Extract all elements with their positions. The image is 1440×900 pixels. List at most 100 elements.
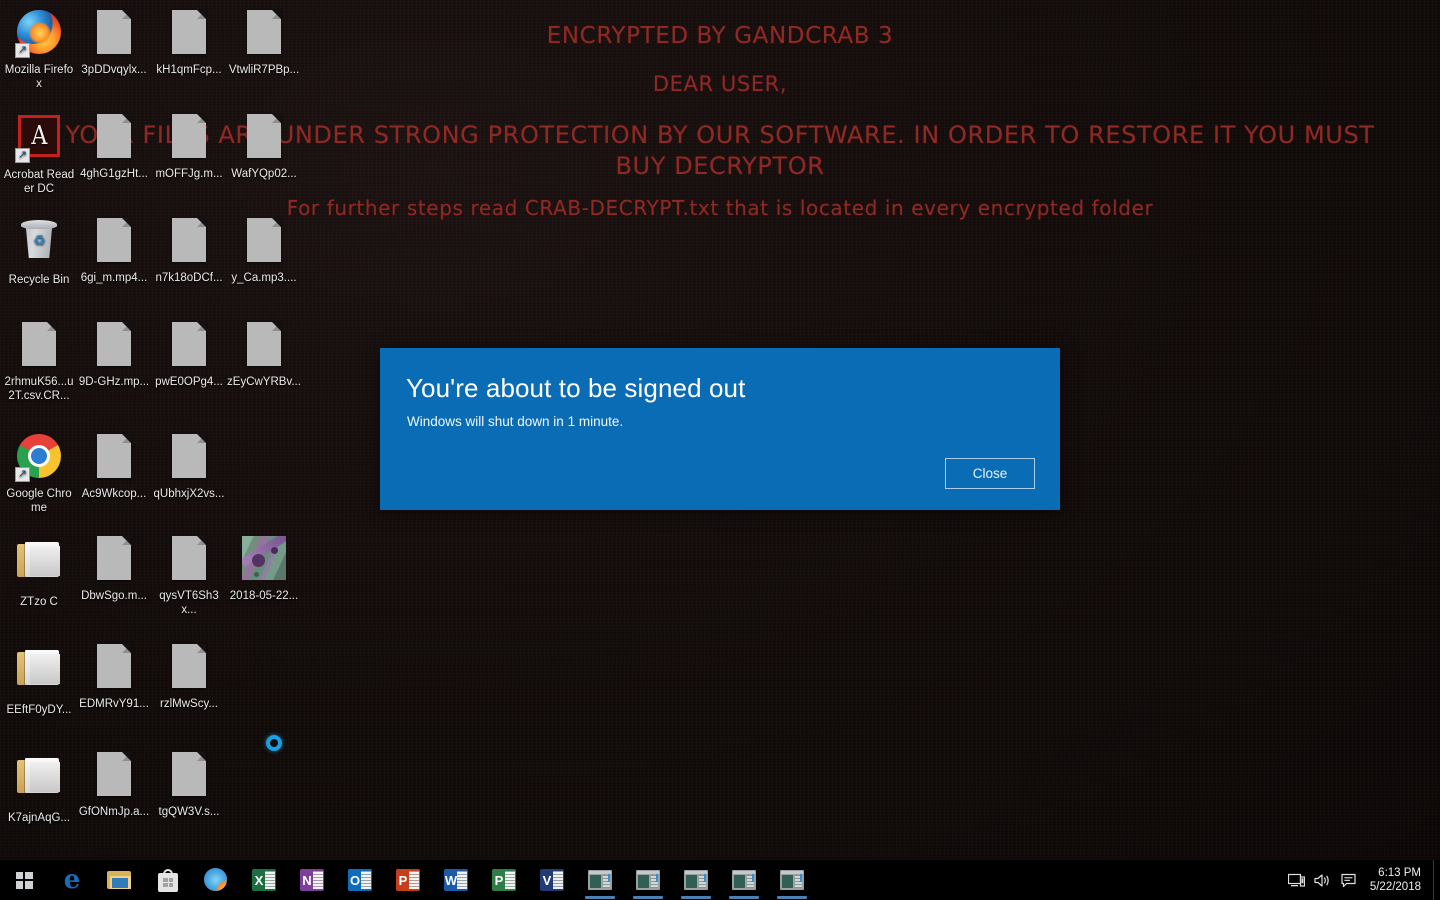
folder-icon <box>17 542 61 578</box>
desktop-icon[interactable]: Ac9Wkcop... <box>77 432 151 501</box>
desktop-icon-label: ZTzo C <box>20 596 58 608</box>
desktop-icon[interactable]: EEftF0yDY... <box>2 642 76 717</box>
desktop-icon-label: qysVT6Sh3x... <box>159 590 219 616</box>
clock[interactable]: 6:13 PM 5/22/2018 <box>1362 866 1433 894</box>
desktop-icon[interactable]: zEyCwYRBv... <box>227 320 301 389</box>
taskbar-item-window-4[interactable] <box>720 860 768 900</box>
taskbar-item-window-5[interactable] <box>768 860 816 900</box>
desktop-icon-label: K7ajnAqG... <box>7 812 70 824</box>
desktop-icon[interactable]: rzlMwScy... <box>152 642 226 711</box>
desktop-icon[interactable]: ♻ Recycle Bin <box>2 216 76 287</box>
desktop-icon[interactable]: 2rhmuK56...u2T.csv.CR... <box>2 320 76 403</box>
desktop-icon[interactable]: pwE0OPg4... <box>152 320 226 389</box>
desktop-icon-label: Ac9Wkcop... <box>81 488 147 500</box>
desktop-icon[interactable]: 4ghG1gzHt... <box>77 112 151 181</box>
taskbar-item-store[interactable] <box>144 860 192 900</box>
desktop-icon-label: 6gi_m.mp4... <box>80 272 148 284</box>
desktop-icon[interactable]: tgQW3V.s... <box>152 750 226 819</box>
taskbar-item-visio[interactable]: V <box>528 860 576 900</box>
shortcut-arrow-icon: ↗ <box>15 148 30 163</box>
desktop-icon[interactable]: EDMRvY91... <box>77 642 151 711</box>
desktop-icon-glyph <box>240 114 288 162</box>
desktop-icon-label: Acrobat Reader DC <box>3 169 75 195</box>
network-monitor-icon[interactable] <box>1284 860 1310 900</box>
desktop-icon[interactable]: K7ajnAqG... <box>2 750 76 825</box>
document-icon <box>172 536 206 580</box>
desktop-icon[interactable]: 2018-05-22... <box>227 534 301 603</box>
document-icon <box>172 114 206 158</box>
document-icon <box>247 10 281 54</box>
desktop-icon-glyph <box>90 218 138 266</box>
taskbar-item-firefox[interactable] <box>192 860 240 900</box>
taskbar-item-project[interactable]: P <box>480 860 528 900</box>
document-icon <box>97 322 131 366</box>
show-desktop-button[interactable] <box>1433 860 1440 900</box>
desktop-icon[interactable]: ↗ Mozilla Firefox <box>2 8 76 91</box>
desktop-icon-glyph: ♻ <box>15 220 63 268</box>
taskbar-item-outlook[interactable]: O <box>336 860 384 900</box>
document-icon <box>97 218 131 262</box>
file-explorer-icon <box>107 870 133 890</box>
desktop-icon-label: mOFFJg.m... <box>155 168 223 180</box>
project-icon: P <box>492 869 516 891</box>
document-icon <box>172 10 206 54</box>
desktop-icon-glyph <box>240 536 288 584</box>
desktop-icon[interactable]: n7k18oDCf... <box>152 216 226 285</box>
desktop-icon[interactable]: qUbhxjX2vs... <box>152 432 226 501</box>
desktop-icon[interactable]: ​A ↗ Acrobat Reader DC <box>2 112 76 196</box>
taskbar-item-onenote[interactable]: N <box>288 860 336 900</box>
powerpoint-icon: P <box>396 869 420 891</box>
desktop-icon[interactable]: ↗ Google Chrome <box>2 432 76 515</box>
system-tray: 6:13 PM 5/22/2018 <box>1284 860 1440 900</box>
desktop-icon-glyph <box>90 644 138 692</box>
outlook-icon: O <box>348 869 372 891</box>
document-icon <box>247 322 281 366</box>
desktop-icon-glyph <box>165 644 213 692</box>
visio-icon: V <box>540 869 564 891</box>
desktop-icon[interactable]: 6gi_m.mp4... <box>77 216 151 285</box>
taskbar-item-window-1[interactable] <box>576 860 624 900</box>
speaker-icon[interactable] <box>1310 860 1336 900</box>
taskbar-item-window-3[interactable] <box>672 860 720 900</box>
desktop-icon-glyph <box>15 650 63 698</box>
desktop-icon[interactable]: kH1qmFcp... <box>152 8 226 77</box>
desktop-icon-glyph <box>90 536 138 584</box>
sign-out-dialog[interactable]: You're about to be signed out Windows wi… <box>380 348 1060 510</box>
cortana-ring-icon[interactable] <box>266 735 282 751</box>
desktop-icon-glyph <box>90 322 138 370</box>
clock-date: 5/22/2018 <box>1369 881 1421 893</box>
running-indicator <box>585 896 615 899</box>
desktop-icon[interactable]: qysVT6Sh3x... <box>152 534 226 617</box>
desktop-icon-glyph <box>165 218 213 266</box>
app-window-icon <box>588 870 612 890</box>
taskbar-item-excel[interactable]: X <box>240 860 288 900</box>
taskbar[interactable]: eXNOPWPV 6:13 PM 5/22/2018 <box>0 860 1440 900</box>
desktop-icon[interactable]: mOFFJg.m... <box>152 112 226 181</box>
desktop-icon[interactable]: 9D-GHz.mp... <box>77 320 151 389</box>
desktop-icon[interactable]: WafYQp02... <box>227 112 301 181</box>
close-button[interactable]: Close <box>945 458 1035 489</box>
desktop-icon[interactable]: y_Ca.mp3.... <box>227 216 301 285</box>
desktop-icon-label: 3pDDvqylx... <box>81 64 147 76</box>
document-icon <box>97 752 131 796</box>
desktop-icon-glyph <box>90 434 138 482</box>
taskbar-item-word[interactable]: W <box>432 860 480 900</box>
start-button[interactable] <box>0 860 48 900</box>
taskbar-item-edge[interactable]: e <box>48 860 96 900</box>
desktop-icon[interactable]: GfONmJp.a... <box>77 750 151 819</box>
desktop-icon[interactable]: VtwliR7PBp... <box>227 8 301 77</box>
action-center-icon[interactable] <box>1336 860 1362 900</box>
folder-icon <box>17 650 61 686</box>
desktop-icon[interactable]: ZTzo C <box>2 534 76 609</box>
desktop-icon[interactable]: DbwSgo.m... <box>77 534 151 603</box>
desktop-icon-glyph <box>165 322 213 370</box>
desktop-icon-glyph <box>165 434 213 482</box>
document-icon <box>172 434 206 478</box>
taskbar-item-explorer[interactable] <box>96 860 144 900</box>
image-thumbnail-icon <box>242 536 286 580</box>
taskbar-item-powerpoint[interactable]: P <box>384 860 432 900</box>
desktop-icon-label: kH1qmFcp... <box>156 64 222 76</box>
desktop-icon[interactable]: 3pDDvqylx... <box>77 8 151 77</box>
taskbar-item-window-2[interactable] <box>624 860 672 900</box>
desktop-icon-glyph <box>90 114 138 162</box>
